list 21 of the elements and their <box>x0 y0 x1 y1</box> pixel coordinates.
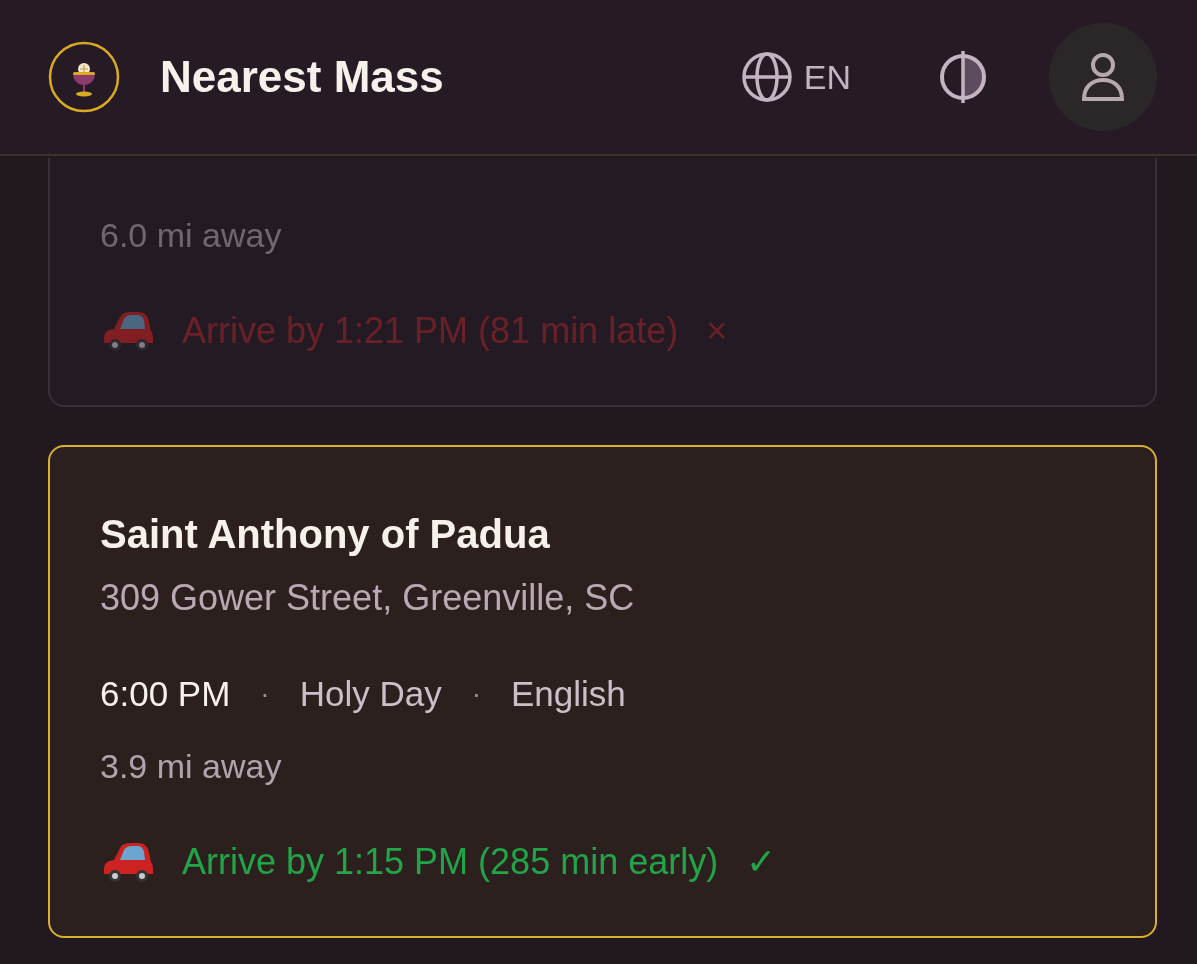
app-title: Nearest Mass <box>160 52 444 102</box>
mass-detail: Holy Day <box>299 673 442 715</box>
mass-detail: English <box>511 673 626 715</box>
separator-dot: · <box>260 677 270 711</box>
language-button[interactable]: EN <box>741 52 851 102</box>
mass-time: 6:00 PM <box>100 673 231 715</box>
theme-toggle-button[interactable] <box>939 50 987 104</box>
arrival-text: Arrive by 1:15 PM (285 min early) <box>182 840 719 884</box>
user-icon <box>1082 52 1124 102</box>
mass-card[interactable]: Saint Anthony of Padua 309 Gower Street, Greenville, SC 6:00 PM · Holy Day · English 3.9 mi away Arrive by 1:15 PM (285 min early) ✓ <box>48 445 1157 938</box>
contrast-icon <box>939 50 987 104</box>
chalice-logo-icon <box>48 41 120 113</box>
separator-dot: · <box>471 677 481 711</box>
globe-icon <box>741 52 792 102</box>
distance-text: 6.0 mi away <box>100 215 283 256</box>
arrival-text: Arrive by 1:21 PM (81 min late) <box>182 309 679 353</box>
church-address: 309 Gower Street, Greenville, SC <box>100 576 636 620</box>
distance-text: 3.9 mi away <box>100 746 283 787</box>
status-mark: ✓ <box>746 840 777 884</box>
status-mark: × <box>706 309 728 353</box>
church-name: Saint Anthony of Padua <box>100 511 551 558</box>
